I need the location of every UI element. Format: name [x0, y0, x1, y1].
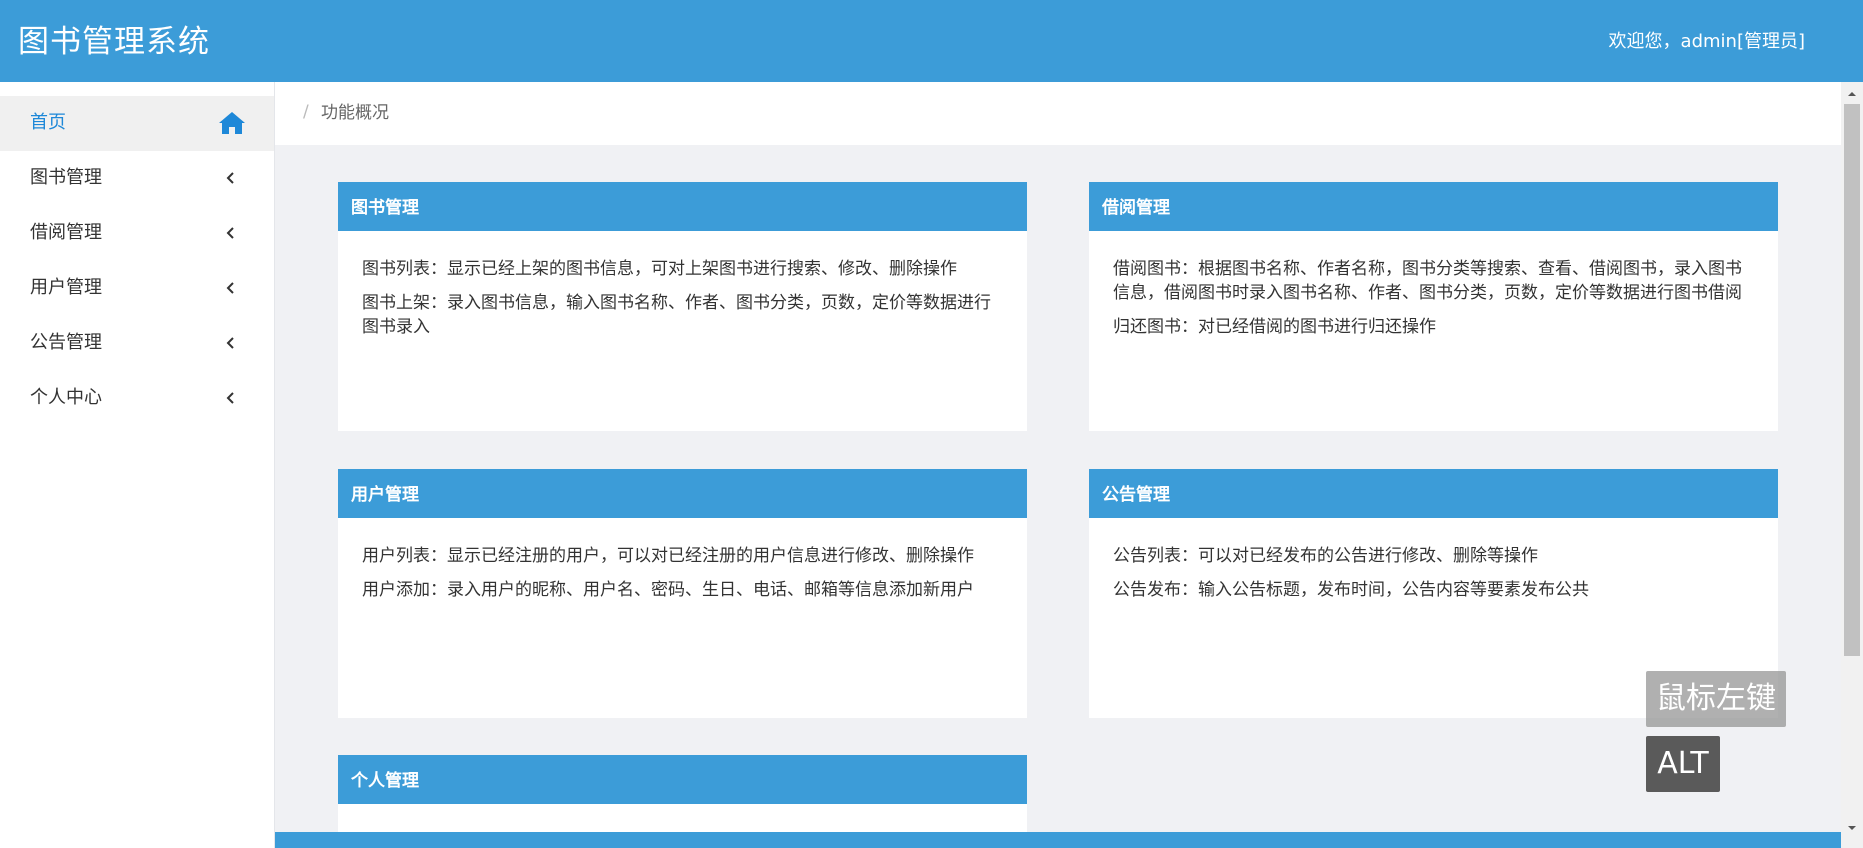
card-body: 公告列表：可以对已经发布的公告进行修改、删除等操作 公告发布：输入公告标题，发布… — [1089, 518, 1778, 602]
card-body: 用户列表：显示已经注册的用户，可以对已经注册的用户信息进行修改、删除操作 用户添… — [338, 518, 1027, 602]
card-title: 公告管理 — [1089, 469, 1778, 518]
scroll-down-arrow-icon[interactable] — [1846, 822, 1858, 834]
sidebar-item-label: 个人中心 — [30, 387, 102, 408]
card-line: 图书上架：录入图书信息，输入图书名称、作者、图书分类，页数，定价等数据进行图书录… — [362, 293, 991, 337]
card-title: 用户管理 — [338, 469, 1027, 518]
card-line: 用户列表：显示已经注册的用户，可以对已经注册的用户信息进行修改、删除操作 — [362, 546, 974, 566]
card-line: 公告发布：输入公告标题，发布时间，公告内容等要素发布公共 — [1113, 580, 1589, 600]
sidebar-item-label: 首页 — [30, 112, 66, 133]
mouse-indicator-overlay: 鼠标左键 — [1646, 671, 1786, 727]
card-line: 归还图书：对已经借阅的图书进行归还操作 — [1113, 317, 1436, 337]
main-content: / 功能概况 图书管理 图书列表：显示已经上架的图书信息，可对上架图书进行搜索、… — [275, 82, 1841, 848]
card-user-management: 用户管理 用户列表：显示已经注册的用户，可以对已经注册的用户信息进行修改、删除操… — [338, 469, 1027, 718]
card-line: 借阅图书：根据图书名称、作者名称，图书分类等搜索、查看、借阅图书，录入图书信息，… — [1113, 259, 1742, 303]
chevron-left-icon — [226, 337, 234, 349]
breadcrumb-current[interactable]: 功能概况 — [321, 102, 389, 124]
welcome-text: 欢迎您，admin[管理员] — [1608, 31, 1805, 52]
sidebar-item-label: 图书管理 — [30, 167, 102, 188]
sidebar-item-label: 公告管理 — [30, 332, 102, 353]
app-title: 图书管理系统 — [18, 24, 210, 60]
chevron-left-icon — [226, 227, 234, 239]
sidebar: 首页 图书管理 借阅管理 用户管理 公告管理 个人中心 — [0, 82, 275, 848]
card-title: 图书管理 — [338, 182, 1027, 231]
home-icon — [219, 112, 245, 134]
card-body: 借阅图书：根据图书名称、作者名称，图书分类等搜索、查看、借阅图书，录入图书信息，… — [1089, 231, 1778, 339]
sidebar-item-personal-center[interactable]: 个人中心 — [0, 371, 274, 426]
card-line: 用户添加：录入用户的昵称、用户名、密码、生日、电话、邮箱等信息添加新用户 — [362, 580, 974, 600]
breadcrumb: / 功能概况 — [275, 82, 1841, 145]
card-borrow-management: 借阅管理 借阅图书：根据图书名称、作者名称，图书分类等搜索、查看、借阅图书，录入… — [1089, 182, 1778, 431]
card-body: 图书列表：显示已经上架的图书信息，可对上架图书进行搜索、修改、删除操作 图书上架… — [338, 231, 1027, 339]
card-line: 公告列表：可以对已经发布的公告进行修改、删除等操作 — [1113, 546, 1538, 566]
chevron-left-icon — [226, 282, 234, 294]
card-title: 借阅管理 — [1089, 182, 1778, 231]
key-indicator-overlay: ALT — [1646, 736, 1720, 792]
breadcrumb-separator: / — [303, 102, 309, 122]
sidebar-item-label: 借阅管理 — [30, 222, 102, 243]
scroll-thumb[interactable] — [1844, 104, 1860, 656]
top-header: 图书管理系统 欢迎您，admin[管理员] — [0, 0, 1863, 82]
sidebar-item-notice-management[interactable]: 公告管理 — [0, 316, 274, 371]
sidebar-item-borrow-management[interactable]: 借阅管理 — [0, 206, 274, 261]
sidebar-item-book-management[interactable]: 图书管理 — [0, 151, 274, 206]
sidebar-item-label: 用户管理 — [30, 277, 102, 298]
sidebar-item-user-management[interactable]: 用户管理 — [0, 261, 274, 316]
footer-bar — [275, 832, 1841, 848]
vertical-scrollbar[interactable] — [1841, 82, 1863, 848]
scroll-up-arrow-icon[interactable] — [1846, 88, 1858, 100]
card-book-management: 图书管理 图书列表：显示已经上架的图书信息，可对上架图书进行搜索、修改、删除操作… — [338, 182, 1027, 431]
card-line: 图书列表：显示已经上架的图书信息，可对上架图书进行搜索、修改、删除操作 — [362, 259, 957, 279]
sidebar-item-home[interactable]: 首页 — [0, 96, 274, 151]
chevron-left-icon — [226, 392, 234, 404]
chevron-left-icon — [226, 172, 234, 184]
card-title: 个人管理 — [338, 755, 1027, 804]
